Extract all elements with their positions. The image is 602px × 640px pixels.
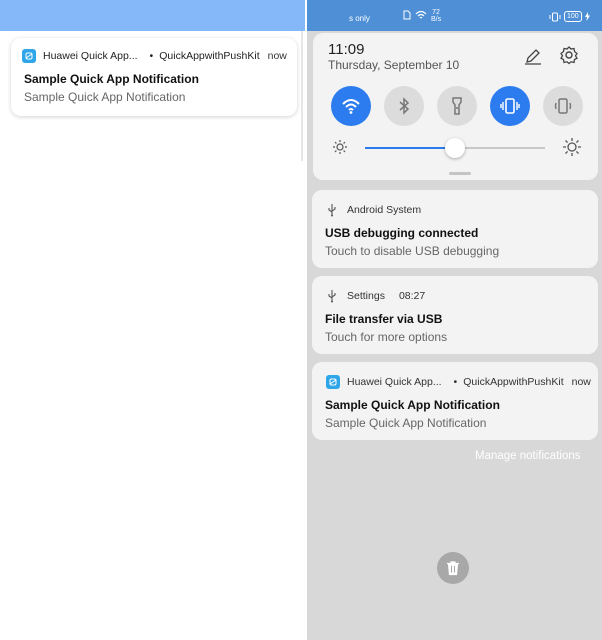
notification-separator: • bbox=[149, 50, 154, 62]
trash-icon bbox=[447, 561, 459, 576]
brightness-low-icon bbox=[333, 140, 347, 154]
usb-icon bbox=[328, 204, 336, 217]
notification-channel: QuickAppwithPushKit bbox=[159, 50, 260, 62]
network-speed-value: 72 bbox=[432, 9, 440, 16]
notification-header: Android System bbox=[326, 202, 421, 218]
charging-icon bbox=[584, 12, 590, 21]
notification-app-name: Settings bbox=[347, 290, 385, 302]
qs-drag-handle[interactable] bbox=[449, 172, 471, 175]
vibrate-status-icon bbox=[549, 12, 561, 21]
notification-time: 08:27 bbox=[398, 290, 426, 302]
notification-separator: • bbox=[453, 376, 458, 388]
left-divider bbox=[301, 31, 303, 161]
status-right-icons: 100 bbox=[549, 11, 590, 22]
notification-header: Settings 08:27 bbox=[326, 288, 425, 304]
wifi-toggle[interactable] bbox=[331, 86, 371, 126]
notification-body: Sample Quick App Notification bbox=[325, 416, 487, 430]
wifi-status-icon bbox=[415, 10, 427, 19]
notification-file-transfer[interactable]: Settings 08:27 File transfer via USB Tou… bbox=[312, 276, 598, 354]
network-speed-unit: B/s bbox=[431, 16, 442, 23]
clear-all-button[interactable] bbox=[437, 552, 469, 584]
notification-quick-app[interactable]: Huawei Quick App... • QuickAppwithPushKi… bbox=[312, 362, 598, 440]
flashlight-icon bbox=[452, 97, 462, 115]
notification-header: Huawei Quick App... • QuickAppwithPushKi… bbox=[22, 48, 287, 64]
brightness-slider-knob[interactable] bbox=[445, 138, 465, 158]
notification-body: Sample Quick App Notification bbox=[24, 90, 186, 104]
network-speed: 72 B/s bbox=[431, 9, 441, 23]
sim-icon bbox=[403, 10, 411, 20]
status-carrier-text: s only bbox=[349, 14, 370, 23]
wifi-icon bbox=[342, 99, 360, 114]
usb-icon bbox=[328, 290, 336, 303]
battery-level: 100 bbox=[564, 11, 582, 22]
manage-notifications-link[interactable]: Manage notifications bbox=[475, 450, 580, 462]
status-bar: s only 72 B/s 100 bbox=[307, 0, 602, 31]
screenshot-root: Huawei Quick App... • QuickAppwithPushKi… bbox=[0, 0, 602, 640]
notification-body: Touch for more options bbox=[325, 330, 448, 344]
status-icons bbox=[403, 10, 427, 20]
quick-app-icon bbox=[326, 375, 340, 389]
quick-app-icon bbox=[22, 49, 36, 63]
heads-up-notification[interactable]: Huawei Quick App... • QuickAppwithPushKi… bbox=[11, 38, 297, 116]
notification-body: Touch to disable USB debugging bbox=[325, 244, 500, 258]
notification-channel: QuickAppwithPushKit bbox=[463, 376, 564, 388]
auto-rotate-toggle[interactable] bbox=[543, 86, 583, 126]
left-status-bar bbox=[0, 0, 305, 31]
notification-title: Sample Quick App Notification bbox=[24, 72, 199, 86]
flashlight-toggle[interactable] bbox=[437, 86, 477, 126]
qs-clock: 11:09 bbox=[328, 41, 365, 58]
vibrate-toggle[interactable] bbox=[490, 86, 530, 126]
notification-time: now bbox=[267, 50, 287, 62]
notification-time: now bbox=[571, 376, 591, 388]
edit-icon[interactable] bbox=[523, 46, 543, 66]
bluetooth-icon bbox=[399, 97, 410, 115]
right-screen: s only 72 B/s 100 11:09 Thursday, Septem… bbox=[307, 0, 602, 640]
notification-app-name: Android System bbox=[347, 204, 422, 216]
left-screen: Huawei Quick App... • QuickAppwithPushKi… bbox=[0, 0, 305, 640]
brightness-slider[interactable] bbox=[365, 138, 545, 158]
notification-title: USB debugging connected bbox=[325, 226, 479, 240]
gear-icon[interactable] bbox=[559, 45, 579, 65]
notification-title: File transfer via USB bbox=[325, 312, 443, 326]
notification-header: Huawei Quick App... • QuickAppwithPushKi… bbox=[326, 374, 591, 390]
vibrate-icon bbox=[500, 98, 520, 114]
notification-usb-debugging[interactable]: Android System USB debugging connected T… bbox=[312, 190, 598, 268]
auto-rotate-icon bbox=[554, 98, 572, 114]
bluetooth-toggle[interactable] bbox=[384, 86, 424, 126]
brightness-slider-fill bbox=[365, 147, 455, 149]
notification-title: Sample Quick App Notification bbox=[325, 398, 500, 412]
qs-date: Thursday, September 10 bbox=[328, 58, 460, 72]
quick-settings-panel: 11:09 Thursday, September 10 bbox=[313, 33, 598, 180]
brightness-high-icon bbox=[563, 138, 581, 156]
notification-app-name: Huawei Quick App... bbox=[347, 376, 442, 388]
notification-app-name: Huawei Quick App... bbox=[43, 50, 138, 62]
